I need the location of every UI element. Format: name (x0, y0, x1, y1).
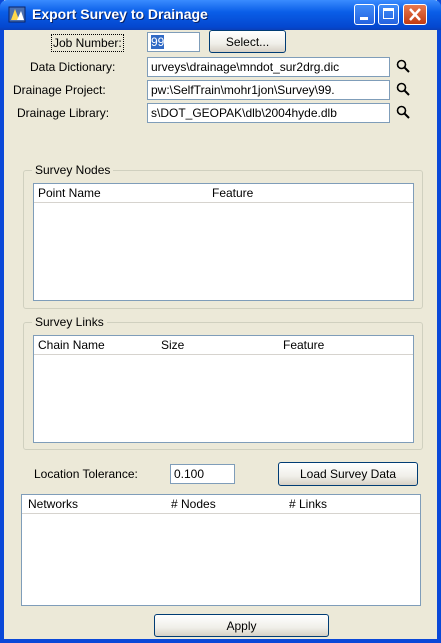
magnifier-icon[interactable] (396, 105, 410, 119)
data-dictionary-label: Data Dictionary: (30, 60, 116, 74)
column-links[interactable]: # Links (289, 497, 327, 511)
location-tolerance-label: Location Tolerance: (34, 467, 138, 481)
drainage-library-label: Drainage Library: (17, 106, 110, 120)
title-bar[interactable]: Export Survey to Drainage (0, 0, 441, 30)
job-number-label: Job Number: (51, 34, 124, 52)
magnifier-icon[interactable] (396, 82, 410, 96)
close-button[interactable] (403, 4, 427, 25)
column-feature[interactable]: Feature (283, 338, 324, 352)
select-button[interactable]: Select... (209, 30, 286, 53)
column-nodes[interactable]: # Nodes (171, 497, 216, 511)
column-point-name[interactable]: Point Name (38, 186, 101, 200)
magnifier-icon[interactable] (396, 59, 410, 73)
column-chain-name[interactable]: Chain Name (38, 338, 105, 352)
window-title: Export Survey to Drainage (32, 6, 208, 22)
minimize-button[interactable] (354, 4, 375, 25)
survey-links-list[interactable]: Chain Name Size Feature (33, 335, 414, 443)
location-tolerance-field[interactable]: 0.100 (170, 464, 235, 484)
maximize-button[interactable] (378, 4, 399, 25)
column-size[interactable]: Size (161, 338, 184, 352)
drainage-project-field[interactable]: pw:\SelfTrain\mohr1jon\Survey\99. (147, 80, 390, 100)
survey-nodes-title: Survey Nodes (32, 163, 114, 177)
survey-links-group: Survey Links Chain Name Size Feature (23, 315, 423, 450)
close-icon (409, 8, 421, 21)
networks-list[interactable]: Networks # Nodes # Links (21, 494, 421, 606)
load-survey-data-button[interactable]: Load Survey Data (278, 462, 418, 486)
job-number-field[interactable]: 99 (147, 32, 200, 52)
survey-nodes-header: Point Name Feature (34, 184, 413, 203)
job-number-value: 99 (151, 35, 165, 49)
column-networks[interactable]: Networks (28, 497, 78, 511)
column-feature[interactable]: Feature (212, 186, 253, 200)
survey-nodes-list[interactable]: Point Name Feature (33, 183, 414, 301)
minimize-icon (360, 17, 368, 20)
app-icon (8, 6, 26, 23)
data-dictionary-field[interactable]: urveys\drainage\mndot_sur2drg.dic (147, 57, 390, 77)
export-survey-window: Export Survey to Drainage Job Number: 99… (0, 0, 441, 643)
drainage-project-label: Drainage Project: (13, 83, 106, 97)
survey-links-header: Chain Name Size Feature (34, 336, 413, 355)
survey-nodes-group: Survey Nodes Point Name Feature (23, 163, 423, 309)
drainage-library-field[interactable]: s\DOT_GEOPAK\dlb\2004hyde.dlb (147, 103, 390, 123)
networks-header: Networks # Nodes # Links (22, 495, 420, 514)
maximize-icon (383, 8, 394, 19)
apply-button[interactable]: Apply (154, 614, 329, 637)
survey-links-title: Survey Links (32, 315, 107, 329)
